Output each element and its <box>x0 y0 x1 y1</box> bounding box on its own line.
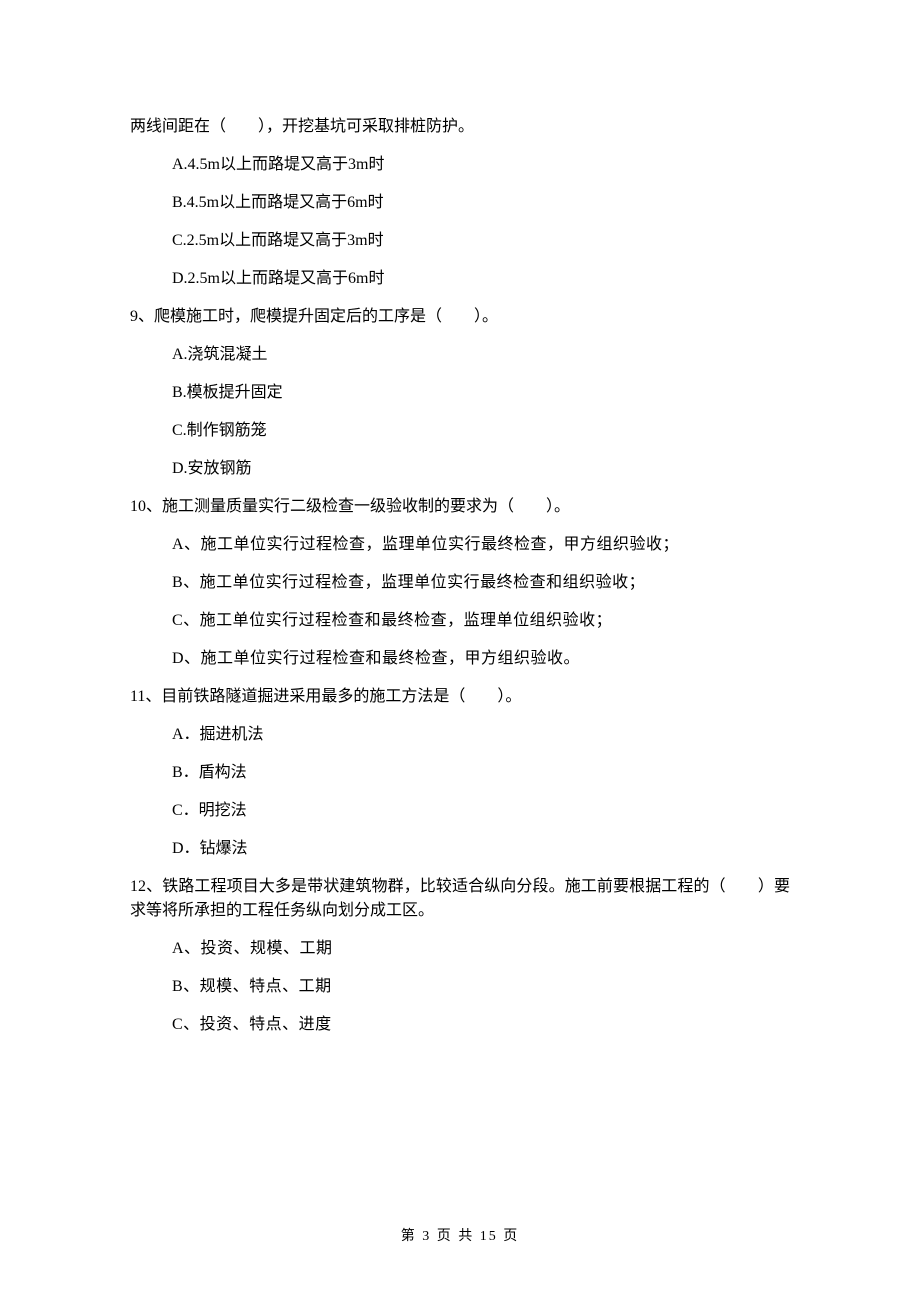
q8-option-b: B.4.5m以上而路堤又高于6m时 <box>130 191 790 215</box>
q9-stem: 9、爬模施工时，爬模提升固定后的工序是（ ）。 <box>130 305 790 329</box>
q9-option-b: B.模板提升固定 <box>130 381 790 405</box>
page-content: 两线间距在（ ），开挖基坑可采取排桩防护。 A.4.5m以上而路堤又高于3m时 … <box>0 0 920 1037</box>
q8-option-c: C.2.5m以上而路堤又高于3m时 <box>130 229 790 253</box>
q9-option-d: D.安放钢筋 <box>130 457 790 481</box>
q10-stem: 10、施工测量质量实行二级检查一级验收制的要求为（ ）。 <box>130 495 790 519</box>
q11-option-d: D．钻爆法 <box>130 837 790 861</box>
q12-option-c: C、投资、特点、进度 <box>130 1013 790 1037</box>
q11-option-c: C．明挖法 <box>130 799 790 823</box>
q12-stem: 12、铁路工程项目大多是带状建筑物群，比较适合纵向分段。施工前要根据工程的（ ）… <box>130 875 790 923</box>
q11-stem: 11、目前铁路隧道掘进采用最多的施工方法是（ ）。 <box>130 685 790 709</box>
q11-option-b: B．盾构法 <box>130 761 790 785</box>
q8-continuation: 两线间距在（ ），开挖基坑可采取排桩防护。 <box>130 115 790 139</box>
q10-option-c: C、施工单位实行过程检查和最终检查，监理单位组织验收； <box>130 609 790 633</box>
q10-option-a: A、施工单位实行过程检查，监理单位实行最终检查，甲方组织验收； <box>130 533 790 557</box>
q11-option-a: A．掘进机法 <box>130 723 790 747</box>
page-footer: 第 3 页 共 15 页 <box>0 1226 920 1247</box>
q9-option-a: A.浇筑混凝土 <box>130 343 790 367</box>
q10-option-b: B、施工单位实行过程检查，监理单位实行最终检查和组织验收； <box>130 571 790 595</box>
q12-option-a: A、投资、规模、工期 <box>130 937 790 961</box>
q12-option-b: B、规模、特点、工期 <box>130 975 790 999</box>
q9-option-c: C.制作钢筋笼 <box>130 419 790 443</box>
q8-option-a: A.4.5m以上而路堤又高于3m时 <box>130 153 790 177</box>
q10-option-d: D、施工单位实行过程检查和最终检查，甲方组织验收。 <box>130 647 790 671</box>
q8-option-d: D.2.5m以上而路堤又高于6m时 <box>130 267 790 291</box>
